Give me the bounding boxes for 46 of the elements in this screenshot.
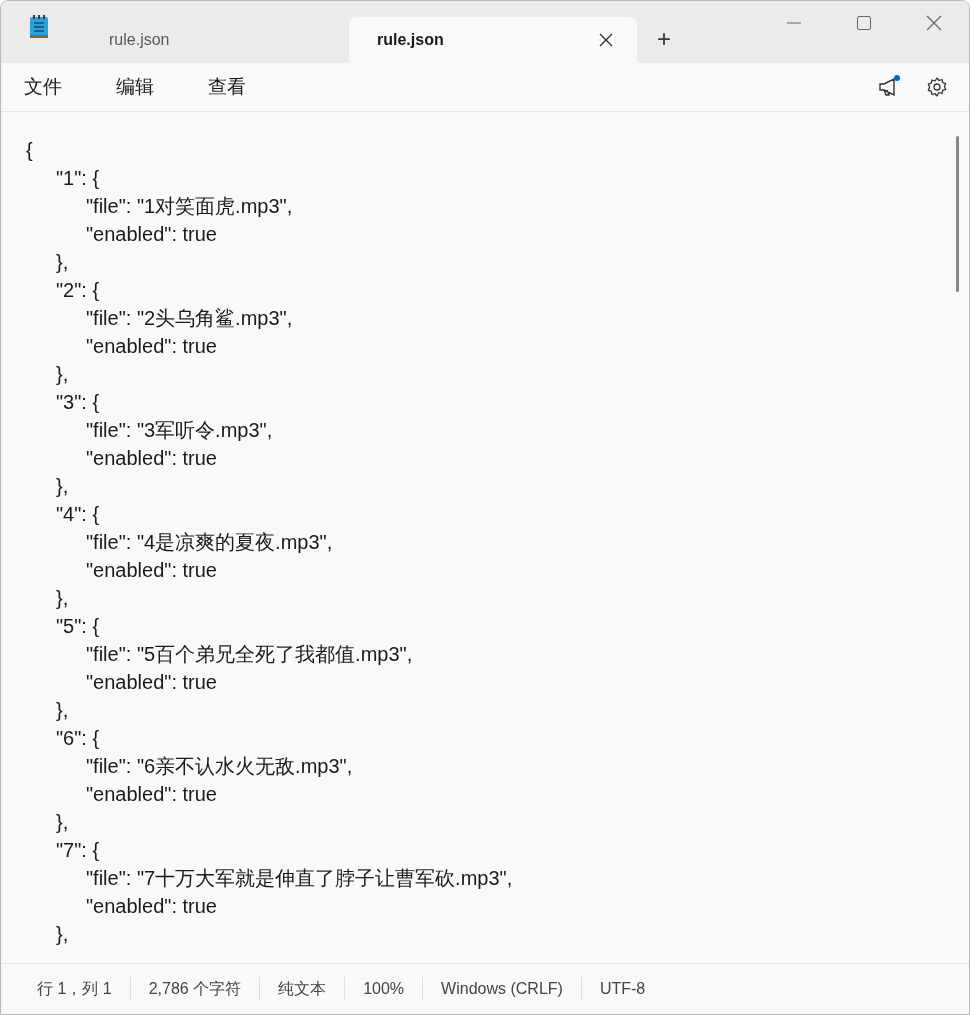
code-line: "7": { (55, 838, 101, 863)
code-line: "file": "2头乌角鲨.mp3", (85, 306, 294, 331)
code-line: "file": "7十万大军就是伸直了脖子让曹军砍.mp3", (85, 866, 514, 891)
code-line: }, (55, 362, 70, 387)
code-line: }, (55, 586, 70, 611)
menu-item[interactable]: 编辑 (101, 68, 169, 106)
code-line: "file": "4是凉爽的夏夜.mp3", (85, 530, 334, 555)
code-line: }, (55, 250, 70, 275)
menu-item[interactable]: 文件 (9, 68, 77, 106)
code-line: { (26, 138, 34, 163)
code-line: }, (55, 474, 70, 499)
code-line: "3": { (55, 390, 101, 415)
code-line: "enabled": true (85, 894, 218, 919)
new-tab-button[interactable]: + (657, 25, 671, 53)
code-line: "file": "1对笑面虎.mp3", (85, 194, 294, 219)
code-line: "enabled": true (85, 446, 218, 471)
code-line: "2": { (55, 278, 101, 303)
code-line: "enabled": true (85, 558, 218, 583)
code-line: "enabled": true (85, 334, 218, 359)
scrollbar-thumb[interactable] (956, 136, 959, 292)
code-line: "4": { (55, 502, 101, 527)
close-icon[interactable] (926, 15, 942, 31)
code-line: }, (55, 922, 70, 947)
code-line: "1": { (55, 166, 101, 191)
code-line: "file": "3军听令.mp3", (85, 418, 274, 443)
code-line: "5": { (55, 614, 101, 639)
status-item: Windows (CRLF) (422, 977, 581, 1001)
file-tab[interactable]: rule.json (349, 17, 637, 63)
status-item: 纯文本 (259, 977, 345, 1001)
code-line: "6": { (55, 726, 101, 751)
status-item: 100% (344, 977, 423, 1001)
code-line: "enabled": true (85, 222, 218, 247)
code-line: "file": "5百个弟兄全死了我都值.mp3", (85, 642, 414, 667)
status-item: 行 1，列 1 (36, 979, 113, 999)
menu-item[interactable]: 查看 (193, 68, 261, 106)
code-line: }, (55, 810, 70, 835)
notepad-icon (29, 15, 49, 39)
code-line: "file": "6亲不认水火无敌.mp3", (85, 754, 354, 779)
file-tab[interactable]: rule.json (81, 17, 331, 63)
maximize-icon[interactable] (857, 16, 871, 30)
code-line: "enabled": true (85, 782, 218, 807)
code-line: "enabled": true (85, 670, 218, 695)
code-line: }, (55, 698, 70, 723)
status-item: UTF-8 (580, 977, 664, 1001)
status-item: 2,786 个字符 (129, 977, 260, 1001)
settings-icon[interactable] (927, 77, 947, 97)
